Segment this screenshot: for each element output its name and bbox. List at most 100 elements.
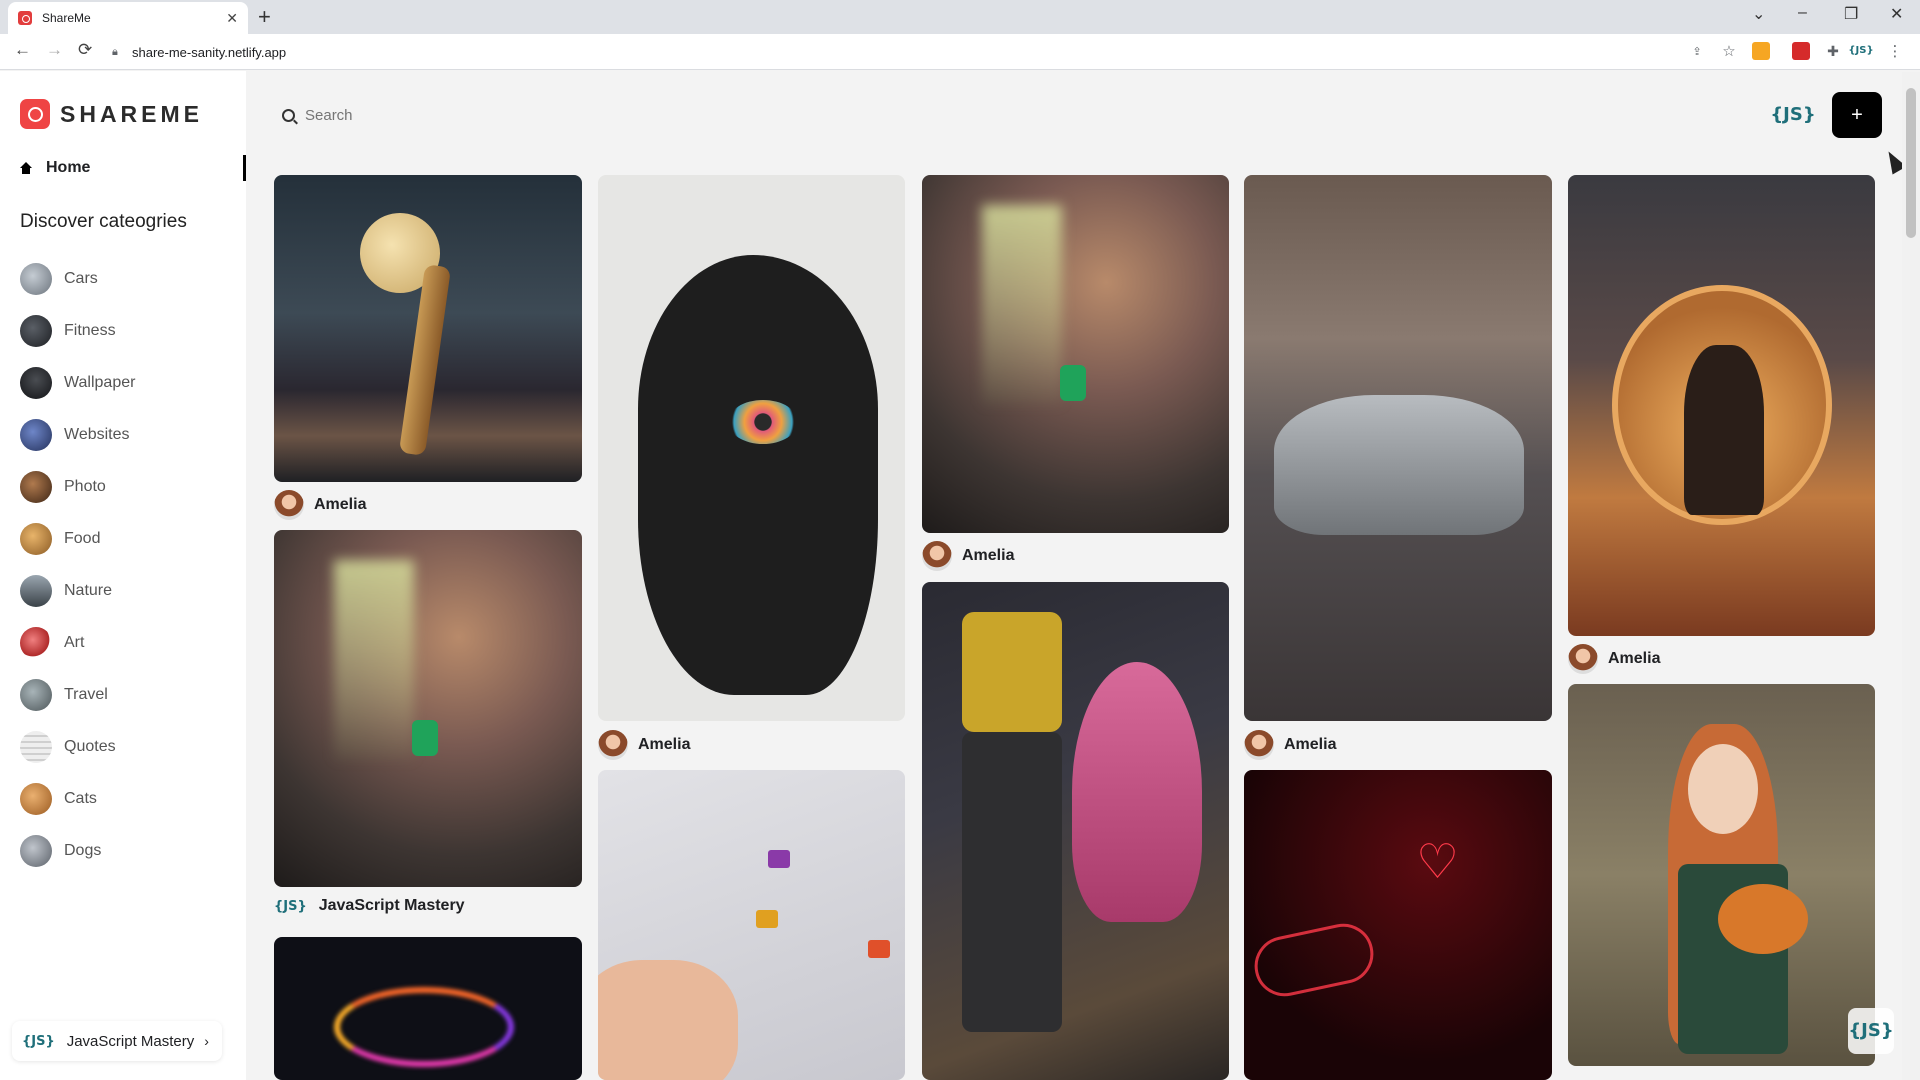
amelia-avatar <box>1244 730 1274 760</box>
category-thumb <box>20 523 52 555</box>
sidebar-item-food[interactable]: Food <box>20 513 135 565</box>
sidebar-item-fitness[interactable]: Fitness <box>20 305 135 357</box>
sidebar-item-wallpaper[interactable]: Wallpaper <box>20 357 135 409</box>
category-thumb <box>20 315 52 347</box>
pin-image-spongebob-patrick[interactable] <box>922 582 1229 1080</box>
category-thumb <box>20 627 52 659</box>
scrollbar-thumb[interactable] <box>1906 88 1916 238</box>
account-link[interactable]: {JS} JavaScript Mastery › <box>12 1021 222 1061</box>
tab-search-icon[interactable]: ⌄ <box>1752 4 1765 24</box>
pin-image-neon-smoke[interactable] <box>274 937 582 1080</box>
sidebar-item-label: Home <box>46 159 91 176</box>
forward-icon[interactable]: → <box>46 40 63 60</box>
pin-author[interactable]: {JS} JavaScript Mastery <box>274 897 465 915</box>
js-mastery-avatar-icon: {JS} <box>22 1033 55 1049</box>
category-label: Photo <box>64 478 106 495</box>
pin-author[interactable]: Amelia <box>598 730 690 760</box>
profile-icon[interactable]: {JS} <box>1848 42 1873 60</box>
browser-tab-bar: ShareMe ✕ + ⌄ – ❐ ✕ <box>0 0 1920 34</box>
pin-image-grey-supercar[interactable] <box>1244 175 1552 721</box>
pin-image-scooter-bokeh[interactable] <box>922 175 1229 533</box>
js-mastery-avatar-icon: {JS} <box>274 898 307 914</box>
pin-image-paint-palette-hand[interactable] <box>598 770 905 1080</box>
close-window-icon[interactable]: ✕ <box>1890 4 1903 24</box>
pin-image-face-line-art[interactable] <box>598 175 905 721</box>
amelia-avatar <box>922 541 952 571</box>
page-scrollbar[interactable] <box>1902 72 1920 1080</box>
category-thumb <box>20 471 52 503</box>
browser-tab[interactable]: ShareMe ✕ <box>8 2 248 34</box>
pin-image-giraffe-moon[interactable] <box>274 175 582 482</box>
sidebar-item-websites[interactable]: Websites <box>20 409 135 461</box>
category-label: Dogs <box>64 842 102 859</box>
sidebar-item-cars[interactable]: Cars <box>20 253 135 305</box>
pin-image-woman-fox[interactable] <box>1568 684 1875 1066</box>
category-list: Cars Fitness Wallpaper Websites Photo Fo… <box>20 253 135 877</box>
js-mastery-logo-icon: {JS} <box>1770 104 1816 125</box>
author-name: JavaScript Mastery <box>318 897 465 914</box>
author-name: Amelia <box>314 496 367 513</box>
sidebar-item-cats[interactable]: Cats <box>20 773 135 825</box>
create-pin-button[interactable]: + <box>1832 92 1882 138</box>
browser-menu-icon[interactable]: ⋮ <box>1886 42 1904 60</box>
amelia-avatar <box>598 730 628 760</box>
sidebar-item-home[interactable]: Home <box>20 155 246 181</box>
pin-author[interactable]: Amelia <box>1568 644 1660 674</box>
pin-image-red-neon-collage[interactable]: ♡ <box>1244 770 1552 1080</box>
sidebar-item-travel[interactable]: Travel <box>20 669 135 721</box>
category-label: Wallpaper <box>64 374 136 391</box>
back-icon[interactable]: ← <box>14 40 31 60</box>
lock-icon: 🔒︎ <box>112 46 118 58</box>
chevron-right-icon: › <box>204 1033 209 1049</box>
search-input[interactable] <box>305 106 1705 124</box>
user-avatar[interactable]: {JS} <box>1770 98 1816 132</box>
category-label: Fitness <box>64 322 116 339</box>
author-name: Amelia <box>962 547 1015 564</box>
pin-author[interactable]: Amelia <box>1244 730 1336 760</box>
author-name: Amelia <box>1284 736 1337 753</box>
sidebar-item-art[interactable]: Art <box>20 617 135 669</box>
share-icon[interactable]: ⇪ <box>1688 42 1706 60</box>
pin-author[interactable]: Amelia <box>274 490 366 520</box>
amelia-avatar <box>1568 644 1598 674</box>
restore-icon[interactable]: ❐ <box>1844 4 1858 24</box>
category-label: Cars <box>64 270 98 287</box>
url-text: share-me-sanity.netlify.app <box>132 44 287 60</box>
search-icon <box>282 108 295 122</box>
address-bar: ← → ⟳ 🔒︎ share-me-sanity.netlify.app ⇪ ☆… <box>0 34 1920 70</box>
category-label: Travel <box>64 686 108 703</box>
extension-red-icon[interactable] <box>1792 42 1810 60</box>
pin-image-couple-ring[interactable] <box>1568 175 1875 636</box>
new-tab-icon[interactable]: + <box>258 4 271 30</box>
sidebar-item-dogs[interactable]: Dogs <box>20 825 135 877</box>
search-bar[interactable] <box>270 97 1746 133</box>
category-label: Nature <box>64 582 113 599</box>
url-field[interactable]: 🔒︎ share-me-sanity.netlify.app <box>112 39 1672 65</box>
close-tab-icon[interactable]: ✕ <box>226 10 238 27</box>
logo-text: SHAREME <box>60 100 204 127</box>
minimize-icon[interactable]: – <box>1798 4 1807 22</box>
pin-image-scooter-bokeh[interactable] <box>274 530 582 887</box>
category-label: Cats <box>64 790 97 807</box>
reload-icon[interactable]: ⟳ <box>78 40 92 60</box>
extensions-puzzle-icon[interactable]: ✚ <box>1824 42 1842 60</box>
tab-title: ShareMe <box>42 11 91 25</box>
sidebar-item-photo[interactable]: Photo <box>20 461 135 513</box>
author-name: Amelia <box>1608 650 1661 667</box>
category-label: Food <box>64 530 101 547</box>
account-name: JavaScript Mastery <box>66 1032 195 1050</box>
metamask-extension-icon[interactable] <box>1752 42 1770 60</box>
category-thumb <box>20 575 52 607</box>
js-mastery-logo-icon: {JS} <box>1848 1020 1894 1041</box>
bookmark-star-icon[interactable]: ☆ <box>1720 42 1738 60</box>
category-thumb <box>20 783 52 815</box>
sidebar-item-quotes[interactable]: Quotes <box>20 721 135 773</box>
amelia-avatar <box>274 490 304 520</box>
shareme-favicon-icon <box>18 11 32 25</box>
shareme-logo[interactable]: SHAREME <box>20 99 203 129</box>
category-label: Quotes <box>64 738 116 755</box>
sidebar-item-nature[interactable]: Nature <box>20 565 135 617</box>
js-mastery-watermark: {JS} <box>1848 1008 1894 1054</box>
pin-author[interactable]: Amelia <box>922 541 1014 571</box>
author-name: Amelia <box>638 736 691 753</box>
